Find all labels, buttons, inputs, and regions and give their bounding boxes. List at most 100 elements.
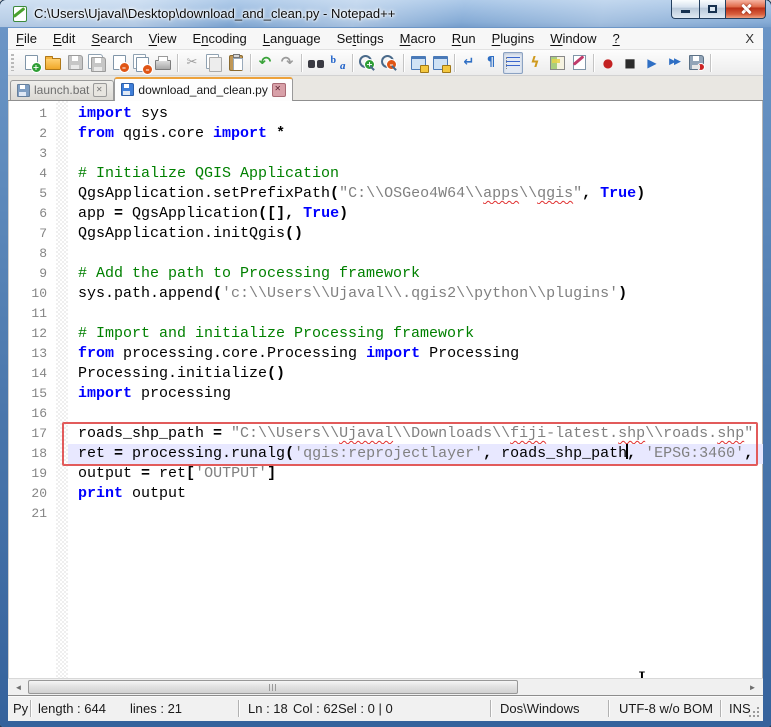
close-button[interactable] [726,0,766,19]
sync-horizontal-scroll-button[interactable] [430,52,451,74]
save-all-button[interactable] [87,52,107,74]
code-line-11[interactable]: 11 [8,304,763,324]
tab-launch-bat[interactable]: launch.bat [10,80,115,100]
line-number: 18 [31,446,47,461]
code-line-4[interactable]: 4 # Initialize QGIS Application [8,164,763,184]
horizontal-scrollbar[interactable]: ◄ ► [8,678,763,695]
user-defined-dialog-button[interactable]: ϟ [525,52,545,74]
menu-edit[interactable]: Edit [45,28,83,46]
menu-window[interactable]: Window [542,28,604,46]
macro-record-button[interactable]: ● [598,52,618,74]
close-all-files-button[interactable]: – [131,52,153,75]
restore-button[interactable] [699,0,726,19]
new-file-button[interactable]: + [21,52,42,74]
restore-icon [708,5,717,13]
menu-settings[interactable]: Settings [329,28,392,46]
replace-button[interactable]: ba [328,52,348,74]
redo-button[interactable]: ↷ [277,52,297,74]
paste-button[interactable] [226,52,246,74]
sync-vertical-scroll-button[interactable] [408,52,429,74]
copy-button[interactable] [204,52,224,74]
fold-margin [56,264,68,284]
macro-stop-button[interactable]: ■ [620,52,640,74]
cut-button[interactable]: ✂ [182,52,202,74]
code-line-7[interactable]: 7 QgsApplication.initQgis() [8,224,763,244]
undo-button[interactable]: ↶ [255,52,275,74]
code-line-1[interactable]: 1 import sys [8,104,763,124]
code-line-12[interactable]: 12 # Import and initialize Processing fra… [8,324,763,344]
show-all-characters-icon: ¶ [486,55,496,70]
notepad-plus-plus-window: C:\Users\Ujaval\Desktop\download_and_cle… [0,0,771,727]
status-line-number: Ln : 18 [248,701,288,716]
toolbar-separator [301,53,302,72]
code-line-21[interactable]: 21 [8,504,763,524]
macro-save-button[interactable] [686,52,706,74]
word-wrap-button[interactable]: ↵ [459,52,479,74]
show-all-characters-button[interactable]: ¶ [481,52,501,74]
macro-run-multiple-button[interactable]: ▶▶ [664,52,684,74]
zoom-out-button[interactable]: – [379,52,399,74]
print-button[interactable] [153,52,173,74]
menu-search[interactable]: Search [83,28,140,46]
zoom-in-button[interactable]: + [357,52,377,74]
code-text: QgsApplication.setPrefixPath("C:\\OSGeo4… [78,185,646,202]
line-number: 10 [31,286,47,301]
code-line-5[interactable]: 5 QgsApplication.setPrefixPath("C:\\OSGeo… [8,184,763,204]
app-icon [13,6,27,22]
code-editor[interactable]: 1 import sys 2 from qgis.core import * 3 4 # I… [8,101,763,678]
tab-close-icon[interactable] [93,83,108,97]
line-number: 5 [39,186,47,201]
code-line-2[interactable]: 2 from qgis.core import * [8,124,763,144]
line-number: 3 [39,146,47,161]
replace-letter-a: a [340,59,346,72]
function-list-button[interactable] [569,52,589,74]
code-line-3[interactable]: 3 [8,144,763,164]
line-number: 12 [31,326,47,341]
code-line-20[interactable]: 20 print output [8,484,763,504]
tab-close-icon[interactable] [271,82,286,97]
macro-play-button[interactable]: ▶ [642,52,662,74]
menu-run[interactable]: Run [444,28,484,46]
code-line-13[interactable]: 13 from processing.core.Processing import… [8,344,763,364]
close-file-button[interactable]: – [109,52,130,74]
show-indent-guide-button[interactable] [503,51,523,74]
menu-file[interactable]: File [8,28,45,46]
code-line-19[interactable]: 19 output = ret['OUTPUT'] [8,464,763,484]
red-highlight-annotation [62,422,758,466]
close-all-files-icon: – [136,56,153,75]
menu-language[interactable]: Language [255,28,329,46]
code-text: output = ret['OUTPUT'] [78,465,277,482]
minimize-button[interactable] [671,0,699,19]
menu-[interactable]: ? [605,28,628,46]
line-number: 11 [31,306,47,321]
fold-margin [56,124,68,144]
code-line-8[interactable]: 8 [8,244,763,264]
document-map-button[interactable] [547,52,567,74]
menu-encoding[interactable]: Encoding [185,28,255,46]
scroll-right-arrow-icon[interactable]: ► [744,679,761,695]
tab-download-and-clean-py[interactable]: download_and_clean.py [114,77,293,101]
code-line-15[interactable]: 15 import processing [8,384,763,404]
close-document-button[interactable]: X [745,31,754,46]
line-number: 4 [39,166,47,181]
title-bar[interactable]: C:\Users\Ujaval\Desktop\download_and_cle… [0,0,771,28]
save-button[interactable] [65,52,85,74]
find-button[interactable] [306,52,326,74]
menu-view[interactable]: View [141,28,185,46]
menu-plugins[interactable]: Plugins [484,28,543,46]
status-doctype: Py [13,701,29,716]
close-file-icon: – [112,55,130,73]
resize-grip-icon[interactable] [748,706,760,718]
scroll-left-arrow-icon[interactable]: ◄ [10,679,27,695]
code-line-10[interactable]: 10 sys.path.append('c:\\Users\\Ujaval\\.q… [8,284,763,304]
horizontal-scrollbar-thumb[interactable] [28,680,518,694]
code-text: # Initialize QGIS Application [78,165,340,182]
code-line-9[interactable]: 9 # Add the path to Processing framework [8,264,763,284]
line-number: 17 [31,426,47,441]
open-file-button[interactable] [43,52,63,74]
code-line-6[interactable]: 6 app = QgsApplication([], True) [8,204,763,224]
code-line-16[interactable]: 16 [8,404,763,424]
code-line-14[interactable]: 14 Processing.initialize() [8,364,763,384]
menu-macro[interactable]: Macro [392,28,444,46]
word-wrap-icon: ↵ [463,55,475,70]
